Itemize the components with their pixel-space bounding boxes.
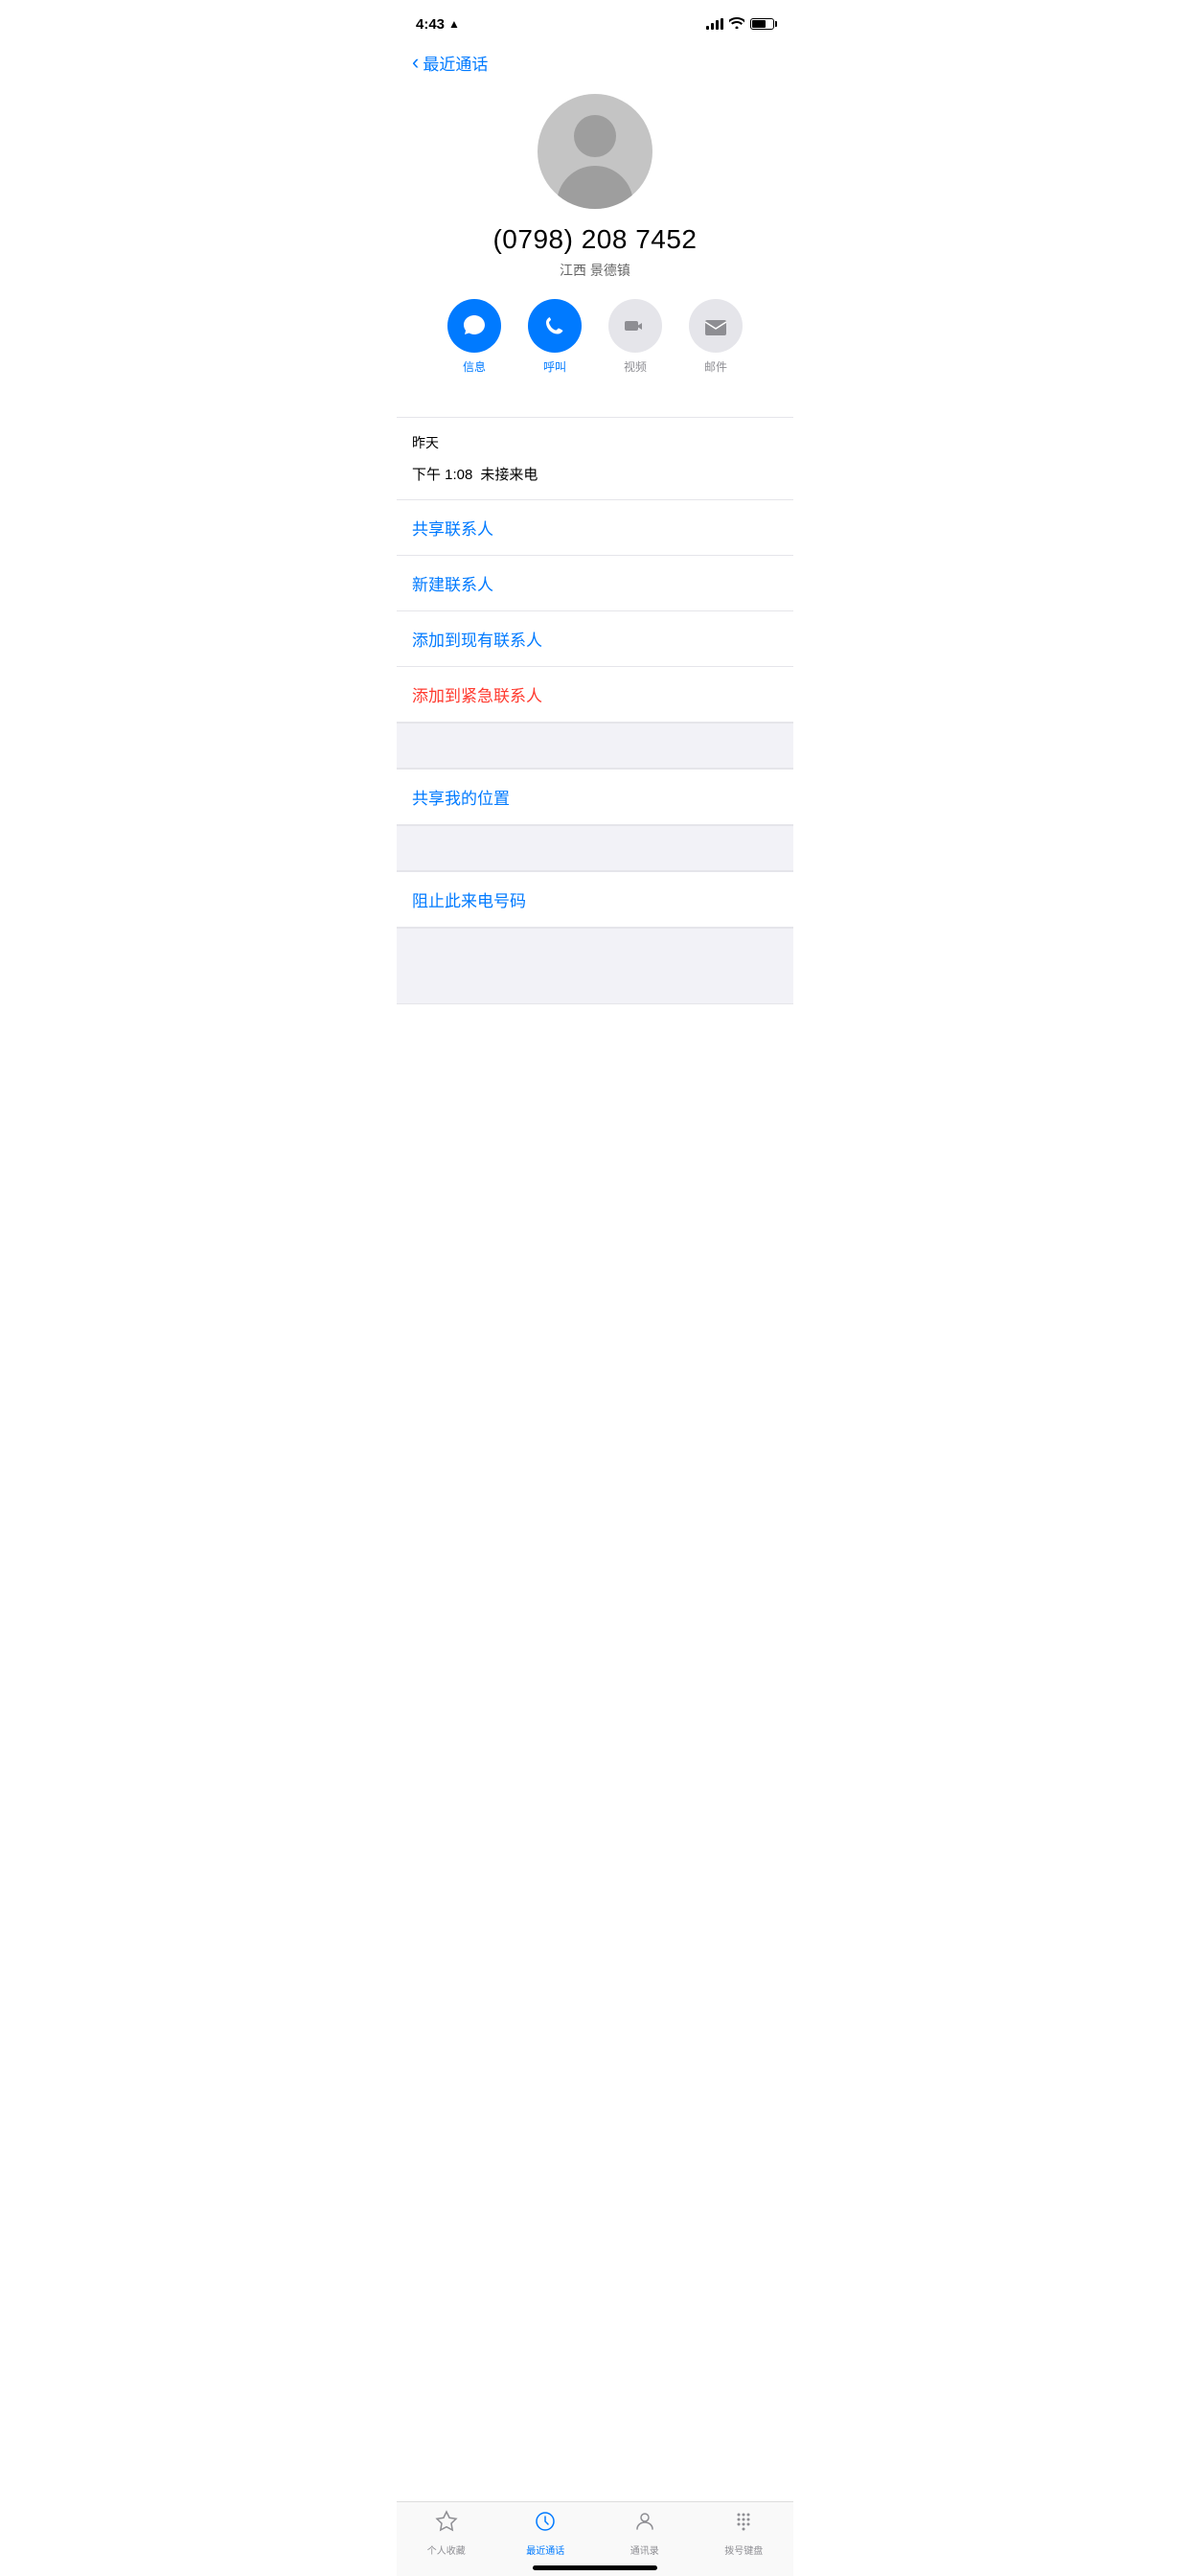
status-bar: 4:43 ▲: [397, 0, 793, 42]
status-time: 4:43 ▲: [416, 16, 460, 33]
new-contact-label: 新建联系人: [412, 576, 493, 594]
signal-icon: [706, 18, 723, 30]
call-circle: [528, 299, 582, 353]
back-label: 最近通话: [423, 51, 488, 75]
contacts-label: 通讯录: [630, 2542, 659, 2557]
contact-location: 江西 景德镇: [560, 261, 630, 280]
history-date: 昨天: [412, 433, 778, 452]
block-number-item[interactable]: 阻止此来电号码: [397, 872, 793, 928]
message-circle: [447, 299, 501, 353]
status-icons: [706, 16, 774, 32]
new-contact-item[interactable]: 新建联系人: [397, 556, 793, 611]
history-time: 下午 1:08: [412, 464, 472, 484]
gray-separator-3: [397, 928, 793, 1004]
nav-bar: ‹ 最近通话: [397, 42, 793, 79]
video-action[interactable]: 视频: [608, 299, 662, 375]
menu-section-2: 共享我的位置: [397, 769, 793, 825]
video-circle: [608, 299, 662, 353]
keypad-label: 拨号键盘: [724, 2542, 763, 2557]
block-number-label: 阻止此来电号码: [412, 892, 526, 910]
star-icon: [435, 2510, 458, 2539]
recents-icon: [534, 2510, 557, 2539]
phone-number: (0798) 208 7452: [492, 224, 697, 255]
share-contact-item[interactable]: 共享联系人: [397, 500, 793, 556]
contacts-icon: [633, 2510, 656, 2539]
mail-circle: [689, 299, 743, 353]
action-buttons: 信息 呼叫 视频: [447, 299, 743, 375]
message-action[interactable]: 信息: [447, 299, 501, 375]
history-section: 昨天 下午 1:08 未接来电: [397, 417, 793, 499]
add-emergency-item[interactable]: 添加到紧急联系人: [397, 667, 793, 723]
gray-separator-2: [397, 825, 793, 871]
location-arrow-icon: ▲: [448, 17, 460, 31]
call-label: 呼叫: [543, 358, 566, 375]
back-button[interactable]: ‹ 最近通话: [412, 50, 488, 75]
message-label: 信息: [463, 358, 486, 375]
mail-label: 邮件: [704, 358, 727, 375]
tab-favorites[interactable]: 个人收藏: [397, 2510, 496, 2557]
mail-action[interactable]: 邮件: [689, 299, 743, 375]
tab-contacts[interactable]: 通讯录: [595, 2510, 695, 2557]
home-indicator: [533, 2565, 657, 2570]
share-contact-label: 共享联系人: [412, 520, 493, 539]
history-type: 未接来电: [480, 464, 538, 484]
recents-label: 最近通话: [526, 2542, 564, 2557]
gray-separator-1: [397, 723, 793, 769]
add-existing-label: 添加到现有联系人: [412, 632, 542, 650]
menu-section-3: 阻止此来电号码: [397, 871, 793, 928]
call-action[interactable]: 呼叫: [528, 299, 582, 375]
add-emergency-label: 添加到紧急联系人: [412, 687, 542, 705]
add-existing-item[interactable]: 添加到现有联系人: [397, 611, 793, 667]
video-label: 视频: [624, 358, 647, 375]
share-location-label: 共享我的位置: [412, 790, 510, 808]
tab-keypad[interactable]: 拨号键盘: [695, 2510, 794, 2557]
favorites-label: 个人收藏: [427, 2542, 466, 2557]
chevron-left-icon: ‹: [412, 50, 419, 75]
battery-icon: [750, 18, 774, 30]
tab-recents[interactable]: 最近通话: [496, 2510, 596, 2557]
avatar: [538, 94, 652, 209]
share-location-item[interactable]: 共享我的位置: [397, 770, 793, 825]
history-item: 下午 1:08 未接来电: [412, 460, 778, 499]
wifi-icon: [729, 16, 744, 32]
menu-section-1: 共享联系人 新建联系人 添加到现有联系人 添加到紧急联系人: [397, 499, 793, 723]
keypad-icon: [732, 2510, 755, 2539]
contact-header: (0798) 208 7452 江西 景德镇 信息 呼叫: [397, 79, 793, 417]
